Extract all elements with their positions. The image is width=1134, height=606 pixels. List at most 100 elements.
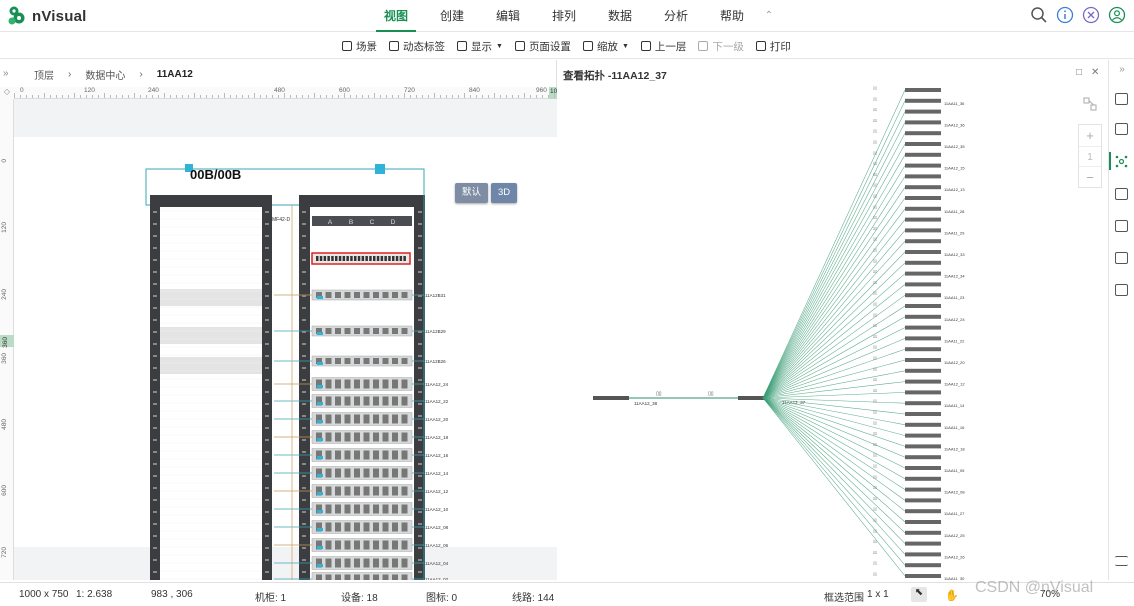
device-port: [325, 432, 332, 442]
overview-icon[interactable]: [1115, 93, 1128, 105]
device-port: [344, 558, 351, 568]
topology-node: [905, 336, 941, 341]
device-port: [392, 328, 398, 334]
maximize-icon[interactable]: □: [1076, 67, 1082, 78]
toolbar-button[interactable]: 缩放 ▼: [582, 39, 629, 54]
device-port: [382, 522, 389, 532]
topology-node: [905, 444, 941, 449]
rack-rail-hole: [418, 247, 422, 249]
rack-rail-hole: [418, 511, 422, 513]
info-icon[interactable]: [1056, 6, 1074, 24]
topology-link: [762, 208, 906, 399]
device-port: [382, 414, 389, 424]
drawing-canvas[interactable]: 00B/00B A B C D MF42-D 11A12B31 11A12B29 11A12B2…: [14, 99, 557, 580]
collapse-right-icon[interactable]: »: [1109, 64, 1134, 75]
topology-node-label: 11AA12_18: [944, 446, 965, 451]
link-label-icon: ▯▯: [873, 388, 877, 392]
topology-node: [905, 530, 941, 535]
link-label-icon: ▯▯: [873, 345, 877, 349]
toolbar-button-label: 打印: [769, 40, 791, 53]
device-label: 11AA12_06: [425, 543, 449, 548]
close-icon[interactable]: ✕: [1091, 67, 1099, 78]
rack-rail-hole: [153, 235, 157, 237]
device-port: [373, 450, 379, 460]
device-status-led: [317, 438, 323, 441]
pan-tool-icon[interactable]: ✋: [945, 589, 959, 602]
ruler-tick: [176, 95, 177, 98]
ruler-tick-label: 360: [1, 353, 8, 364]
monitor-icon[interactable]: [1115, 284, 1128, 296]
link-label-icon: ▯▯: [873, 550, 877, 554]
ruler-tick: [182, 95, 183, 98]
toolbar-button[interactable]: 页面设置: [514, 39, 571, 54]
topology-link: [762, 397, 906, 447]
search-icon[interactable]: [1030, 6, 1048, 24]
topology-node: [593, 396, 629, 400]
layout-icon[interactable]: [1082, 96, 1098, 112]
device-label: 11AA12_02: [425, 577, 449, 580]
close-circle-icon[interactable]: [1082, 6, 1100, 24]
topology-graph[interactable]: ▯▯ ▯▯11AA12_38 11AA12_37▯▯▯▯11AA11_36▯▯▯▯1…: [558, 84, 1108, 580]
3d-view-button[interactable]: 3D: [491, 183, 518, 203]
topology-node: [738, 396, 764, 400]
rack-rail-hole: [418, 427, 422, 429]
breadcrumb-item-current: 11AA12: [156, 69, 193, 80]
icon-count: 图标: 0: [426, 593, 458, 604]
menu-item[interactable]: 编辑: [480, 0, 536, 32]
link-label-icon: ▯▯: [873, 334, 877, 338]
rack-blank-panel: [160, 327, 262, 344]
device-port: [363, 292, 370, 298]
toolbar-button[interactable]: 下一级: [698, 39, 744, 54]
user-icon[interactable]: [1108, 6, 1126, 24]
list-icon[interactable]: [1115, 220, 1128, 232]
report-icon[interactable]: [1115, 252, 1128, 264]
toolbar-button[interactable]: 上一层: [640, 39, 686, 54]
rack-rail-hole: [418, 439, 422, 441]
rack-rail-hole: [302, 475, 306, 477]
device-port: [382, 432, 389, 442]
toolbar-button[interactable]: 场景: [342, 39, 377, 54]
link-label-icon: ▯▯: [873, 129, 877, 133]
ruler-tick: [206, 95, 207, 98]
menu-item[interactable]: 排列: [536, 0, 592, 32]
device-port: [335, 358, 341, 364]
properties-icon[interactable]: [1115, 123, 1128, 135]
menu-item[interactable]: 分析: [648, 0, 704, 32]
menu-item[interactable]: 创建: [424, 0, 480, 32]
select-range-value[interactable]: 1 x 1: [867, 589, 889, 600]
default-view-button[interactable]: 默认: [455, 183, 489, 203]
connection-icon[interactable]: [1115, 188, 1128, 200]
collapse-left-icon[interactable]: »: [3, 68, 9, 79]
topology-node-label: 11AA11_23: [944, 295, 965, 300]
zoom-in-button[interactable]: +: [1079, 125, 1101, 146]
menu-icon[interactable]: [1115, 556, 1128, 566]
ruler-tick: [362, 95, 363, 98]
menu-item[interactable]: 数据: [592, 0, 648, 32]
pointer-tool-icon[interactable]: ⬉: [911, 587, 927, 602]
menu-collapse-icon[interactable]: ⌃: [760, 0, 778, 32]
topology-icon[interactable]: [1115, 155, 1128, 168]
rack-rail-hole: [265, 451, 269, 453]
toolbar-button[interactable]: 打印: [755, 39, 791, 54]
ruler-tick: [446, 95, 447, 98]
device-port: [354, 292, 360, 298]
ruler-tick: [74, 93, 75, 98]
breadcrumb-item-top[interactable]: 顶层: [34, 67, 54, 82]
topology-node: [905, 347, 941, 352]
toolbar-button[interactable]: 动态标签: [389, 39, 445, 54]
device-port: [325, 504, 332, 514]
rack-diagram[interactable]: 00B/00B A B C D MF42-D 11A12B31 11A12B29 11A12B2…: [14, 99, 557, 580]
breadcrumb-item-datacenter[interactable]: 数据中心: [85, 67, 125, 82]
device-port: [401, 379, 408, 389]
zoom-out-button[interactable]: −: [1079, 167, 1101, 188]
link-label-icon: ▯▯: [873, 86, 877, 90]
menu-item[interactable]: 视图: [368, 0, 424, 32]
app-logo[interactable]: nVisual: [6, 4, 86, 28]
ruler-tick: [110, 95, 111, 98]
topology-node: [905, 552, 941, 557]
toolbar-button[interactable]: 显示 ▼: [457, 39, 503, 54]
rack-rail-hole: [153, 571, 157, 573]
topology-node-label: 11AA11_27: [944, 511, 965, 516]
menu-item[interactable]: 帮助: [704, 0, 760, 32]
topology-node: [905, 368, 941, 373]
